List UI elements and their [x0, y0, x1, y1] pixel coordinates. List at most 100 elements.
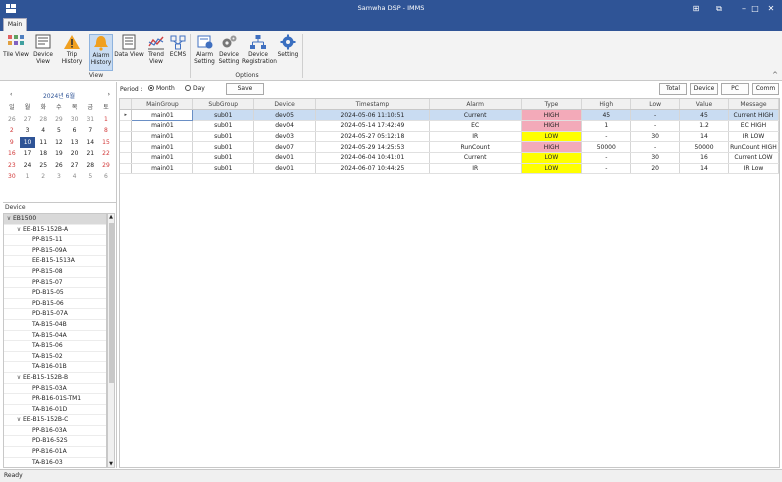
- column-header[interactable]: Low: [630, 99, 681, 111]
- calendar-day[interactable]: 3: [51, 171, 67, 183]
- table-cell[interactable]: main01: [131, 152, 194, 164]
- tree-node[interactable]: ∨ EE-B15-152B-C: [4, 415, 106, 426]
- table-cell[interactable]: HIGH: [521, 141, 583, 153]
- table-cell[interactable]: sub01: [192, 141, 255, 153]
- calendar-day[interactable]: 18: [35, 148, 51, 160]
- table-cell[interactable]: -: [630, 141, 681, 153]
- table-cell[interactable]: Current HIGH: [728, 109, 780, 121]
- calendar-day[interactable]: 17: [20, 148, 36, 160]
- table-cell[interactable]: 2024-05-06 11:10:51: [315, 109, 430, 121]
- table-cell[interactable]: 2024-05-27 05:12:18: [315, 131, 430, 143]
- total-button[interactable]: Total: [659, 83, 687, 95]
- table-cell[interactable]: 50000: [679, 141, 729, 153]
- device-registration-button[interactable]: Device Registration: [242, 34, 277, 65]
- tree-node[interactable]: PP-B15-07: [4, 278, 106, 289]
- table-cell[interactable]: dev01: [253, 152, 317, 164]
- calendar-day[interactable]: 31: [82, 114, 98, 126]
- calendar-day[interactable]: 27: [20, 114, 36, 126]
- tree-node[interactable]: PD-B15-07A: [4, 309, 106, 320]
- table-row[interactable]: ▸ main01 sub01 dev05 2024-05-06 11:10:51 Curr…: [120, 109, 780, 121]
- comm-button[interactable]: Comm: [752, 83, 779, 95]
- table-cell[interactable]: -: [630, 120, 681, 132]
- expand-toggle-icon[interactable]: ∨: [5, 214, 13, 225]
- calendar-day[interactable]: 4: [35, 125, 51, 137]
- table-cell[interactable]: sub01: [192, 152, 255, 164]
- calendar-day[interactable]: 1: [20, 171, 36, 183]
- tree-node[interactable]: PP-B16-01A: [4, 447, 106, 458]
- calendar-day[interactable]: 2: [35, 171, 51, 183]
- table-cell[interactable]: Current: [429, 109, 522, 121]
- calendar-day[interactable]: 29: [51, 114, 67, 126]
- table-cell[interactable]: sub01: [192, 120, 255, 132]
- table-cell[interactable]: 2024-06-04 10:41:01: [315, 152, 430, 164]
- save-button[interactable]: Save: [226, 83, 264, 95]
- setting-button[interactable]: Setting: [276, 34, 300, 59]
- table-cell[interactable]: 45: [679, 109, 729, 121]
- pc-button[interactable]: PC: [721, 83, 749, 95]
- table-cell[interactable]: main01: [131, 131, 194, 143]
- calendar-day[interactable]: 1: [98, 114, 114, 126]
- column-header[interactable]: Device: [253, 99, 317, 111]
- table-cell[interactable]: 20: [630, 163, 681, 175]
- device-tree-scrollbar[interactable]: ▲ ▼: [107, 213, 115, 468]
- table-cell[interactable]: sub01: [192, 109, 255, 121]
- tree-node[interactable]: TA-B15-02: [4, 352, 106, 363]
- calendar-day[interactable]: 10: [19, 136, 36, 148]
- table-cell[interactable]: Current LOW: [728, 152, 780, 164]
- calendar-day[interactable]: 13: [67, 137, 83, 149]
- calendar-day[interactable]: 6: [98, 171, 114, 183]
- table-cell[interactable]: 30: [630, 152, 681, 164]
- table-cell[interactable]: HIGH: [521, 120, 583, 132]
- table-row[interactable]: main01 sub01 dev07 2024-05-29 14:25:53 RunCo…: [120, 141, 780, 153]
- table-cell[interactable]: 14: [679, 163, 729, 175]
- calendar-day[interactable]: 22: [98, 148, 114, 160]
- table-cell[interactable]: 2024-05-29 14:25:53: [315, 141, 430, 153]
- column-header[interactable]: Message: [728, 99, 780, 111]
- tree-node[interactable]: ∨ EB1500: [4, 214, 106, 225]
- expand-toggle-icon[interactable]: ∨: [15, 225, 23, 236]
- tree-node[interactable]: TA-B15-06: [4, 341, 106, 352]
- calendar-day[interactable]: 28: [35, 114, 51, 126]
- tree-node[interactable]: PP-B16-03A: [4, 426, 106, 437]
- table-cell[interactable]: LOW: [521, 163, 583, 175]
- calendar-day[interactable]: 28: [82, 160, 98, 172]
- calendar-day[interactable]: 19: [51, 148, 67, 160]
- table-cell[interactable]: RunCount: [429, 141, 522, 153]
- close-button[interactable]: ✕: [764, 2, 778, 15]
- expand-toggle-icon[interactable]: ∨: [15, 415, 23, 426]
- calendar-day[interactable]: 5: [82, 171, 98, 183]
- tree-node[interactable]: PP-B15-03A: [4, 384, 106, 395]
- expand-toggle-icon[interactable]: ∨: [15, 373, 23, 384]
- table-cell[interactable]: 45: [581, 109, 632, 121]
- data-view-button[interactable]: Data View: [114, 34, 144, 59]
- table-cell[interactable]: 1.2: [679, 120, 729, 132]
- snap-layout-icon[interactable]: ⊞: [689, 2, 703, 15]
- table-row[interactable]: main01 sub01 dev04 2024-05-14 17:42:49 EC HIG…: [120, 120, 780, 132]
- table-cell[interactable]: 14: [679, 131, 729, 143]
- table-row[interactable]: main01 sub01 dev01 2024-06-07 10:44:25 IR LOW…: [120, 163, 780, 175]
- table-cell[interactable]: 2024-05-14 17:42:49: [315, 120, 430, 132]
- column-header[interactable]: SubGroup: [192, 99, 255, 111]
- calendar-day[interactable]: 26: [4, 114, 20, 126]
- tree-node[interactable]: PR-B16-01S-TM1: [4, 394, 106, 405]
- calendar-day[interactable]: 2: [4, 125, 20, 137]
- pin-icon[interactable]: ⧉: [712, 2, 726, 15]
- table-cell[interactable]: RunCount HIGH: [728, 141, 780, 153]
- trend-view-button[interactable]: Trend View: [145, 34, 167, 65]
- calendar-day[interactable]: 15: [98, 137, 114, 149]
- table-cell[interactable]: main01: [131, 141, 194, 153]
- calendar-day[interactable]: 24: [20, 160, 36, 172]
- table-cell[interactable]: 50000: [581, 141, 632, 153]
- tree-node[interactable]: TA-B16-01B: [4, 362, 106, 373]
- table-cell[interactable]: HIGH: [521, 109, 583, 121]
- tree-node[interactable]: PD-B15-06: [4, 299, 106, 310]
- tree-node[interactable]: EE-B15-1513A: [4, 256, 106, 267]
- table-cell[interactable]: 2024-06-07 10:44:25: [315, 163, 430, 175]
- calendar-day[interactable]: 16: [4, 148, 20, 160]
- table-cell[interactable]: IR LOW: [728, 131, 780, 143]
- table-cell[interactable]: Current: [429, 152, 522, 164]
- alarm-setting-button[interactable]: Alarm Setting: [193, 34, 216, 65]
- column-header[interactable]: High: [581, 99, 632, 111]
- scroll-up-icon[interactable]: ▲: [108, 214, 114, 220]
- calendar-day[interactable]: 29: [98, 160, 114, 172]
